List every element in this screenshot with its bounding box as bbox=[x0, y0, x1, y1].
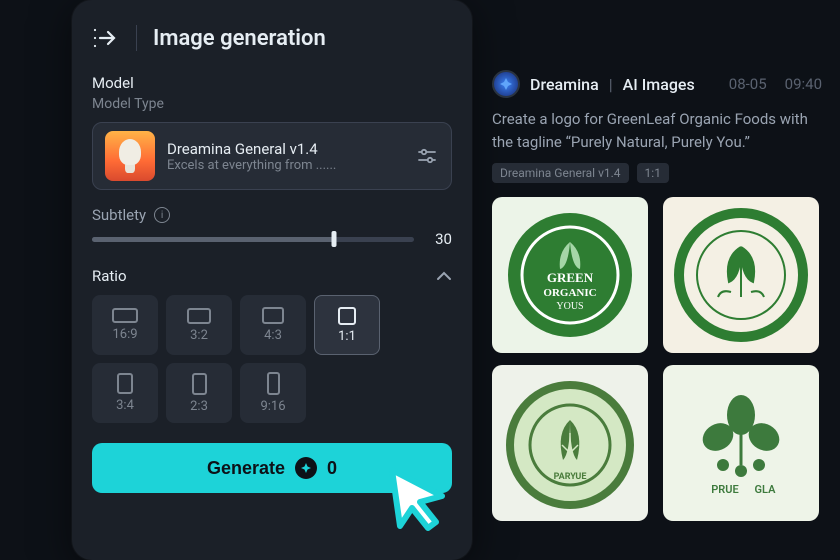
collapse-icon[interactable] bbox=[92, 24, 120, 52]
subtlety-label: Subtlety bbox=[92, 206, 146, 224]
panel-header: Image generation bbox=[92, 24, 452, 52]
credit-icon bbox=[295, 457, 317, 479]
model-thumbnail bbox=[105, 131, 155, 181]
ratio-option-9-16[interactable]: 9:16 bbox=[240, 363, 306, 423]
model-settings-icon[interactable] bbox=[415, 144, 439, 168]
feed-time: 09:40 bbox=[785, 75, 822, 93]
tag-model: Dreamina General v1.4 bbox=[492, 163, 629, 183]
generate-label: Generate bbox=[207, 458, 285, 479]
chevron-up-icon[interactable] bbox=[436, 266, 452, 285]
svg-text:PARYUE: PARYUE bbox=[554, 472, 587, 482]
prompt-text: Create a logo for GreenLeaf Organic Food… bbox=[492, 108, 822, 153]
svg-text:YOUS: YOUS bbox=[556, 301, 583, 312]
result-image-2[interactable] bbox=[663, 197, 819, 353]
result-image-4[interactable]: PRUE GLA bbox=[663, 365, 819, 521]
ratio-option-4-3[interactable]: 4:3 bbox=[240, 295, 306, 355]
generate-button[interactable]: Generate 0 bbox=[92, 443, 452, 493]
ratio-option-1-1[interactable]: 1:1 bbox=[314, 295, 380, 355]
ratio-option-3-2[interactable]: 3:2 bbox=[166, 295, 232, 355]
avatar bbox=[492, 70, 520, 98]
header-divider bbox=[136, 25, 137, 51]
ratio-option-2-3[interactable]: 2:3 bbox=[166, 363, 232, 423]
subtlety-value: 30 bbox=[428, 230, 452, 248]
model-description: Excels at everything from ...... bbox=[167, 158, 397, 173]
ratio-grid: 16:9 3:2 4:3 1:1 3:4 2:3 9:16 bbox=[92, 295, 452, 423]
tag-ratio: 1:1 bbox=[637, 163, 669, 183]
slider-thumb[interactable] bbox=[331, 231, 336, 247]
panel-title: Image generation bbox=[153, 26, 326, 51]
feed-author: Dreamina bbox=[530, 75, 599, 94]
ratio-option-16-9[interactable]: 16:9 bbox=[92, 295, 158, 355]
generation-panel: Image generation Model Model Type Dreami… bbox=[72, 0, 472, 560]
subtlety-label-row: Subtlety i bbox=[92, 206, 452, 224]
model-name: Dreamina General v1.4 bbox=[167, 140, 403, 158]
slider-track[interactable] bbox=[92, 237, 414, 242]
ratio-option-3-4[interactable]: 3:4 bbox=[92, 363, 158, 423]
generate-cost: 0 bbox=[327, 458, 337, 479]
feed-date: 08-05 bbox=[729, 75, 767, 93]
ratio-header[interactable]: Ratio bbox=[92, 266, 452, 285]
feed-separator: | bbox=[609, 75, 613, 94]
model-type-label: Model Type bbox=[92, 96, 452, 112]
svg-text:GREEN: GREEN bbox=[547, 270, 594, 285]
result-image-1[interactable]: GREEN ORGANIC YOUS bbox=[492, 197, 648, 353]
svg-text:GLA: GLA bbox=[755, 483, 777, 496]
ratio-label: Ratio bbox=[92, 267, 127, 285]
model-selector[interactable]: Dreamina General v1.4 Excels at everythi… bbox=[92, 122, 452, 190]
model-text: Dreamina General v1.4 Excels at everythi… bbox=[167, 140, 403, 173]
result-image-3[interactable]: PARYUE bbox=[492, 365, 648, 521]
results-feed: Dreamina | AI Images 08-05 09:40 Create … bbox=[492, 70, 822, 521]
svg-text:PRUE: PRUE bbox=[711, 483, 738, 496]
feed-tags: Dreamina General v1.4 1:1 bbox=[492, 163, 822, 183]
slider-fill bbox=[92, 237, 334, 242]
subtlety-slider[interactable]: 30 bbox=[92, 230, 452, 248]
results-grid: GREEN ORGANIC YOUS PARYUE PRUE GLA bbox=[492, 197, 822, 521]
feed-category: AI Images bbox=[623, 75, 695, 94]
model-section-label: Model bbox=[92, 74, 452, 92]
feed-header: Dreamina | AI Images 08-05 09:40 bbox=[492, 70, 822, 98]
svg-text:ORGANIC: ORGANIC bbox=[543, 287, 596, 299]
info-icon[interactable]: i bbox=[154, 207, 170, 223]
